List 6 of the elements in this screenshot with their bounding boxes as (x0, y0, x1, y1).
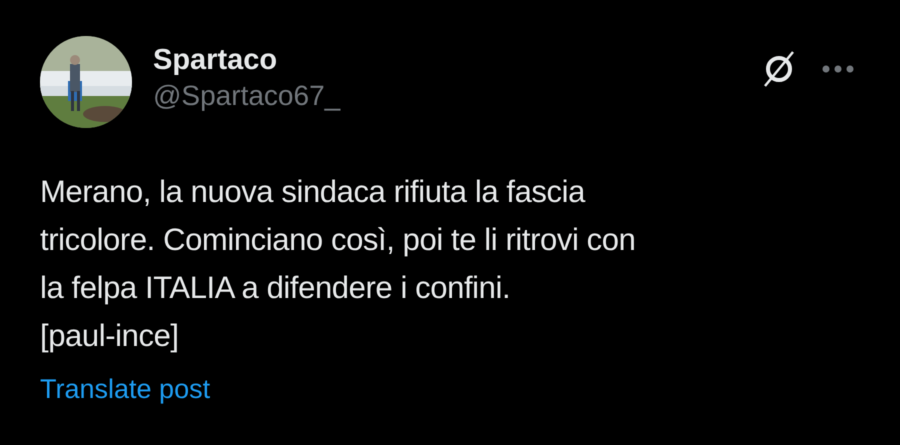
author-handle: @Spartaco67_ (153, 79, 342, 113)
post-text: Merano, la nuova sindaca rifiuta la fascia tricolore. Cominciano così, poi te li ritrovi con la felpa ITALIA a difendere i confini. [paul-ince] (40, 173, 636, 355)
more-icon[interactable] (822, 65, 854, 73)
slashed-circle-icon[interactable] (762, 50, 796, 88)
author-name: Spartaco (153, 43, 278, 78)
translate-link[interactable]: Translate post (40, 374, 210, 405)
